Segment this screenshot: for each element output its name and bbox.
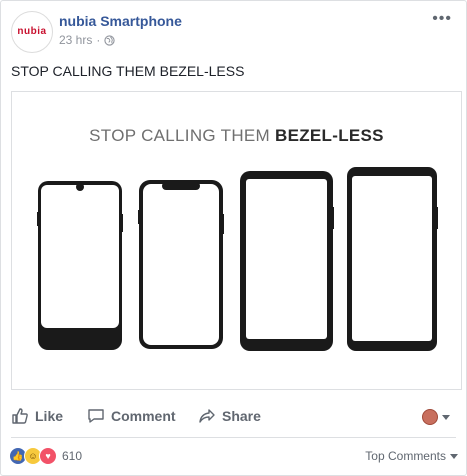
share-arrow-icon bbox=[199, 409, 215, 423]
page-name-link[interactable]: nubia Smartphone bbox=[59, 13, 182, 29]
meta-separator: · bbox=[96, 33, 101, 47]
user-avatar bbox=[422, 409, 438, 425]
share-label: Share bbox=[222, 408, 261, 424]
caret-down-icon bbox=[450, 453, 458, 459]
like-button[interactable]: Like bbox=[11, 401, 63, 431]
share-button[interactable]: Share bbox=[198, 401, 261, 431]
more-horizontal-icon[interactable]: ••• bbox=[432, 11, 452, 27]
globe-icon bbox=[104, 34, 115, 46]
sort-label: Top Comments bbox=[365, 449, 446, 463]
post-timestamp[interactable]: 23 hrs bbox=[59, 33, 92, 47]
post-caption: STOP CALLING THEM BEZEL-LESS bbox=[11, 63, 245, 79]
post-header: nubia nubia Smartphone 23 hrs · ••• bbox=[11, 11, 456, 53]
post-card: nubia nubia Smartphone 23 hrs · ••• STOP… bbox=[0, 0, 467, 476]
divider bbox=[11, 437, 456, 438]
like-label: Like bbox=[35, 408, 64, 424]
chevron-down-icon bbox=[442, 414, 450, 420]
comment-label: Comment bbox=[111, 408, 176, 424]
react-as-selector[interactable] bbox=[422, 409, 450, 425]
speech-bubble-icon bbox=[88, 409, 104, 423]
comment-button[interactable]: Comment bbox=[87, 401, 176, 431]
thumbs-up-icon bbox=[12, 408, 28, 424]
post-actions: Like Comment Share bbox=[11, 401, 456, 431]
comment-sort-dropdown[interactable]: Top Comments bbox=[365, 449, 458, 463]
reaction-count[interactable]: 610 bbox=[62, 449, 82, 463]
post-meta: 23 hrs · bbox=[59, 33, 115, 47]
post-image[interactable]: STOP CALLING THEM BEZEL-LESS bbox=[11, 91, 462, 390]
love-reaction-icon: ♥ bbox=[39, 447, 57, 465]
phone-outline-2 bbox=[138, 180, 224, 349]
reactions-summary[interactable]: 👍 ☺ ♥ 610 bbox=[9, 447, 82, 465]
phones-illustration bbox=[37, 167, 438, 351]
nubia-logo: nubia bbox=[17, 26, 47, 37]
phone-outline-1 bbox=[37, 181, 123, 350]
post-footer: 👍 ☺ ♥ 610 Top Comments bbox=[9, 447, 458, 469]
page-avatar[interactable]: nubia bbox=[11, 11, 53, 53]
phone-outline-3 bbox=[240, 171, 334, 351]
phone-outline-4 bbox=[347, 167, 438, 351]
